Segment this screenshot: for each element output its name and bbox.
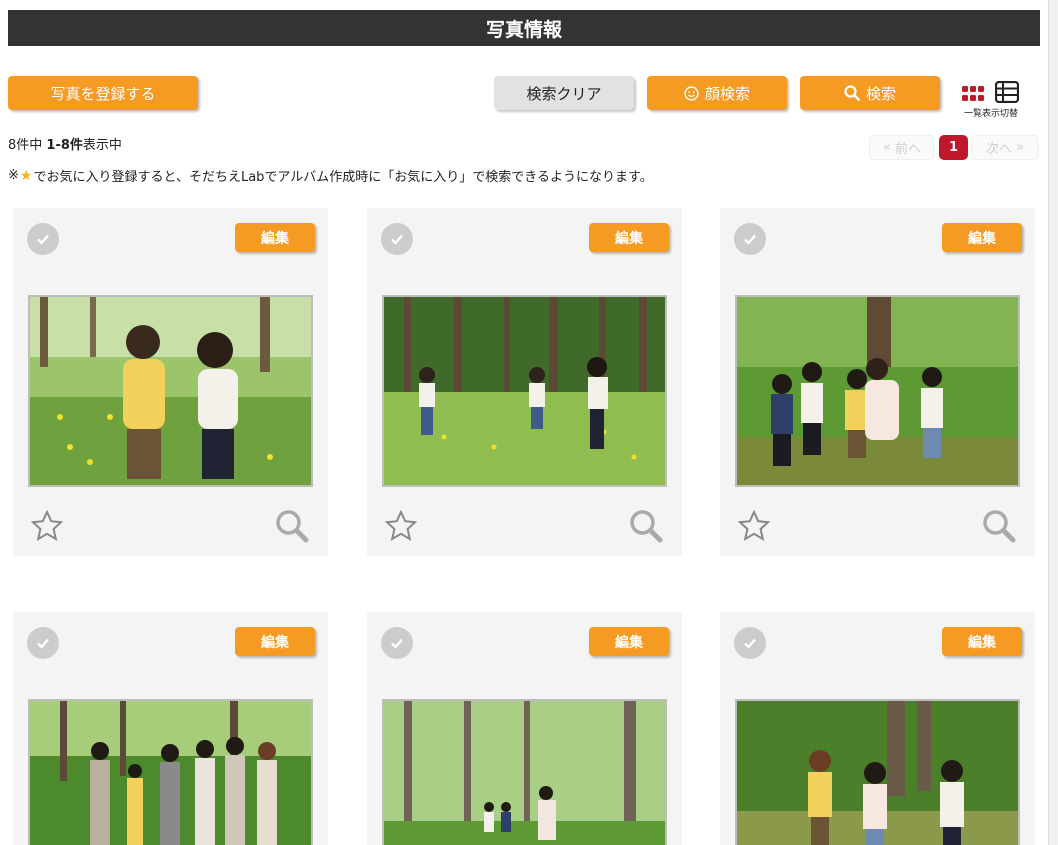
search-label: 検索: [865, 84, 896, 103]
view-toggle-label: 一覧表示切替: [963, 109, 1018, 119]
favorite-star-icon[interactable]: [737, 509, 771, 546]
select-check-icon[interactable]: [381, 627, 413, 659]
select-check-icon[interactable]: [27, 223, 59, 255]
list-view-icon[interactable]: [994, 80, 1020, 107]
edit-button[interactable]: 編集: [589, 627, 669, 656]
edit-button[interactable]: 編集: [589, 223, 669, 252]
zoom-icon[interactable]: [629, 509, 663, 547]
page-number-current[interactable]: 1: [939, 135, 968, 160]
next-page-button[interactable]: 次へ »: [971, 135, 1039, 160]
zoom-icon[interactable]: [275, 509, 309, 547]
edit-button[interactable]: 編集: [942, 627, 1022, 656]
result-count-total: 8件中: [8, 138, 47, 153]
select-check-icon[interactable]: [27, 627, 59, 659]
photo-card: 編集: [367, 208, 682, 556]
page-number-label: 1: [948, 140, 959, 155]
double-chevron-left-icon: «: [882, 140, 896, 155]
view-toggle: 一覧表示切替: [958, 80, 1024, 120]
grid-view-icon[interactable]: [962, 86, 984, 105]
photo-thumbnail[interactable]: [382, 295, 667, 487]
note-text: でお気に入り登録すると、そだちえLabでアルバム作成時に「お気に入り」で検索でき…: [33, 170, 653, 185]
prev-page-button[interactable]: « 前へ: [869, 135, 935, 160]
select-check-icon[interactable]: [734, 223, 766, 255]
photo-card: 編集: [13, 208, 328, 556]
page: 写真情報 写真を登録する 検索クリア 顔検索 検索 一覧表示切替 8件中 1-8…: [0, 0, 1058, 845]
select-check-icon[interactable]: [381, 223, 413, 255]
favorite-star-icon[interactable]: [384, 509, 418, 546]
note-prefix: ※: [8, 168, 19, 183]
select-check-icon[interactable]: [734, 627, 766, 659]
clear-search-label: 検索クリア: [526, 84, 602, 103]
photo-thumbnail[interactable]: [735, 295, 1020, 487]
register-photo-label: 写真を登録する: [50, 84, 156, 103]
smiley-icon: [684, 85, 699, 101]
favorite-star-icon[interactable]: [30, 509, 64, 546]
edit-button[interactable]: 編集: [235, 627, 315, 656]
double-chevron-right-icon: »: [1011, 140, 1025, 155]
zoom-icon[interactable]: [982, 509, 1016, 547]
star-icon: ★: [19, 167, 33, 184]
result-count: 8件中 1-8件表示中: [8, 134, 122, 153]
face-search-label: 顔検索: [704, 84, 750, 103]
scrollbar[interactable]: [1048, 0, 1058, 845]
clear-search-button[interactable]: 検索クリア: [494, 76, 634, 110]
prev-page-label: 前へ: [895, 142, 922, 157]
photo-thumbnail[interactable]: [28, 699, 313, 845]
search-icon: [844, 85, 860, 101]
photo-thumbnail[interactable]: [28, 295, 313, 487]
edit-button[interactable]: 編集: [235, 223, 315, 252]
result-count-range: 1-8件: [46, 138, 83, 153]
search-button[interactable]: 検索: [800, 76, 940, 110]
next-page-label: 次へ: [985, 142, 1012, 157]
edit-button[interactable]: 編集: [942, 223, 1022, 252]
page-title-text: 写真情報: [485, 18, 562, 41]
page-title: 写真情報: [8, 10, 1040, 46]
photo-card: 編集: [720, 208, 1035, 556]
face-search-button[interactable]: 顔検索: [647, 76, 787, 110]
photo-card: 編集: [367, 612, 682, 845]
favorite-note: ※ ★ でお気に入り登録すると、そだちえLabでアルバム作成時に「お気に入り」で検索…: [8, 166, 653, 186]
photo-card: 編集: [720, 612, 1035, 845]
result-count-suffix: 表示中: [82, 138, 122, 153]
register-photo-button[interactable]: 写真を登録する: [8, 76, 198, 110]
photo-thumbnail[interactable]: [382, 699, 667, 845]
photo-thumbnail[interactable]: [735, 699, 1020, 845]
photo-card: 編集: [13, 612, 328, 845]
